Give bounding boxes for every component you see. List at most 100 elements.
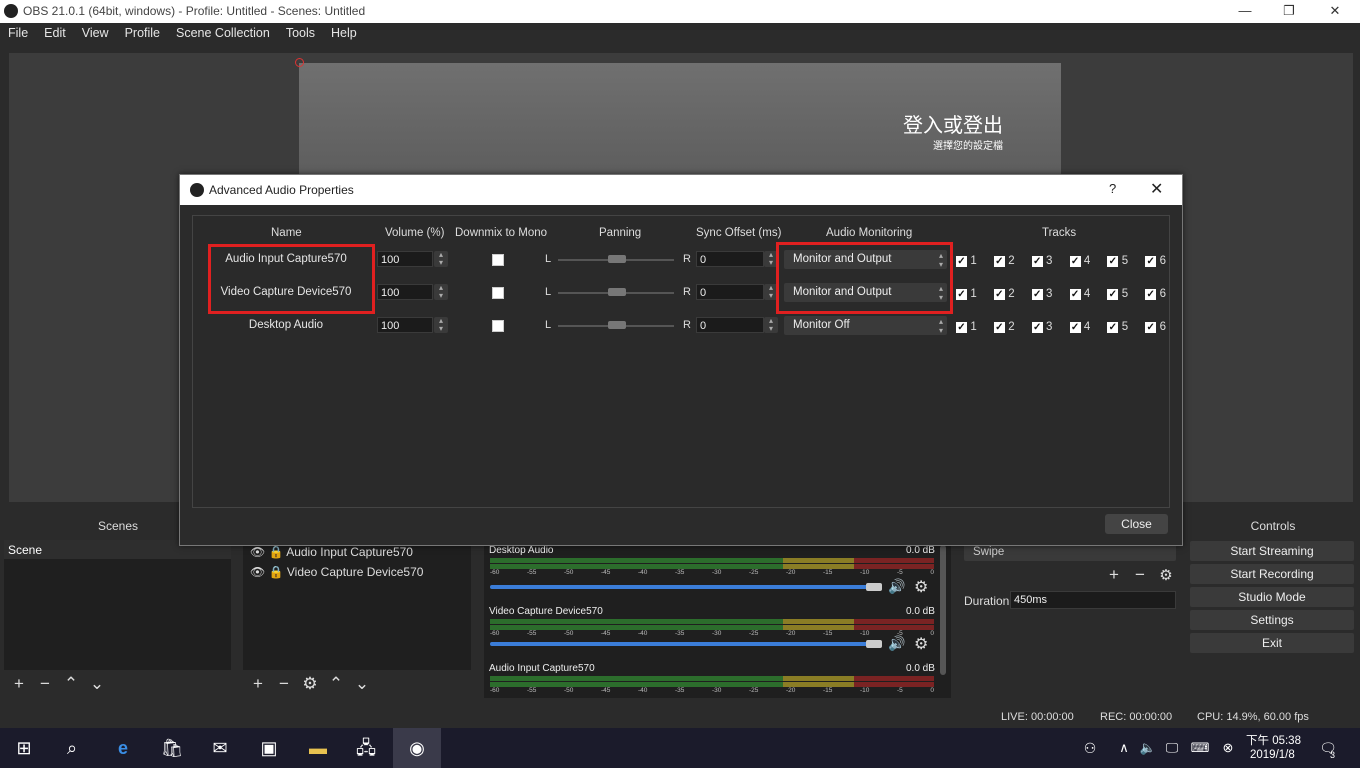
remove-source-icon[interactable]: − — [271, 674, 297, 694]
add-transition-icon[interactable]: + — [1101, 565, 1127, 585]
track-checkbox[interactable]: ✓ 5 — [1107, 319, 1128, 333]
volume-spinner-icon[interactable]: ▴ ▾ — [434, 251, 448, 267]
volume-input[interactable]: 100 — [377, 284, 433, 300]
track-checkbox[interactable]: ✓ 6 — [1145, 286, 1166, 300]
sync-spinner-icon[interactable]: ▴ ▾ — [764, 317, 778, 333]
move-up-icon[interactable]: ⌃ — [323, 674, 349, 694]
close-button[interactable]: Close — [1105, 514, 1168, 534]
panning-slider-handle[interactable] — [608, 255, 626, 263]
ime-icon[interactable]: ⊗ — [1216, 736, 1240, 760]
add-source-icon[interactable]: + — [245, 674, 271, 694]
sync-offset-input[interactable]: 0 — [696, 317, 764, 333]
control-panel-icon[interactable]: ▣ — [257, 736, 281, 760]
mixer-scrollbar[interactable] — [940, 545, 946, 675]
source-item[interactable]: 👁 🔒 Video Capture Device570 — [250, 565, 423, 579]
search-icon[interactable]: ⌕ — [60, 736, 84, 760]
notifications-icon[interactable]: 🗨 — [1316, 736, 1340, 760]
edge-browser-icon[interactable]: e — [111, 736, 135, 760]
track-checkbox[interactable]: ✓ 6 — [1145, 253, 1166, 267]
volume-slider[interactable] — [490, 642, 870, 646]
network-app-icon[interactable]: 🖧 — [354, 736, 378, 760]
panning-slider-handle[interactable] — [608, 288, 626, 296]
gear-icon[interactable]: ⚙ — [297, 674, 323, 694]
obs-icon[interactable]: ◉ — [405, 736, 429, 760]
track-checkbox[interactable]: ✓ 3 — [1031, 286, 1052, 300]
windows-start-icon[interactable]: ⊞ — [12, 736, 36, 760]
track-checkbox[interactable]: ✓ 1 — [956, 253, 977, 267]
track-checkbox[interactable]: ✓ 2 — [993, 253, 1015, 267]
scenes-list[interactable]: Scene — [4, 540, 231, 670]
tray-expand-icon[interactable]: ∧ — [1112, 736, 1136, 760]
volume-slider[interactable] — [490, 585, 870, 589]
dialog-close-icon[interactable]: ✕ — [1150, 179, 1163, 199]
track-checkbox[interactable]: ✓ 6 — [1145, 319, 1166, 333]
people-icon[interactable]: ⚇ — [1078, 736, 1102, 760]
move-down-icon[interactable]: ⌄ — [84, 674, 110, 694]
clock-date[interactable]: 2019/1/8 — [1250, 749, 1295, 761]
volume-slider-handle[interactable] — [866, 640, 882, 648]
gear-icon[interactable]: ⚙ — [914, 634, 928, 654]
source-anchor-handle[interactable] — [295, 58, 304, 67]
track-checkbox[interactable]: ✓ 5 — [1107, 286, 1128, 300]
eye-icon[interactable]: 👁 — [250, 565, 265, 579]
track-checkbox[interactable]: ✓ 4 — [1069, 286, 1090, 300]
menu-tools[interactable]: Tools — [278, 23, 323, 40]
volume-spinner-icon[interactable]: ▴ ▾ — [434, 284, 448, 300]
downmix-checkbox[interactable] — [492, 254, 504, 266]
track-checkbox[interactable]: ✓ 1 — [956, 319, 977, 333]
track-checkbox[interactable]: ✓ 4 — [1069, 319, 1090, 333]
remove-transition-icon[interactable]: − — [1127, 565, 1153, 585]
scene-item[interactable]: Scene — [8, 543, 42, 557]
volume-input[interactable]: 100 — [377, 317, 433, 333]
move-up-icon[interactable]: ⌃ — [58, 674, 84, 694]
volume-icon[interactable]: 🔈 — [1136, 736, 1160, 760]
duration-input[interactable]: 450ms — [1010, 591, 1176, 609]
track-checkbox[interactable]: ✓ 1 — [956, 286, 977, 300]
panning-slider-handle[interactable] — [608, 321, 626, 329]
exit-button[interactable]: Exit — [1190, 633, 1354, 653]
lock-icon[interactable]: 🔒 — [269, 565, 284, 579]
volume-input[interactable]: 100 — [377, 251, 433, 267]
gear-icon[interactable]: ⚙ — [914, 577, 928, 597]
track-checkbox[interactable]: ✓ 2 — [993, 286, 1015, 300]
keyboard-icon[interactable]: ⌨ — [1188, 736, 1212, 760]
start-streaming-button[interactable]: Start Streaming — [1190, 541, 1354, 561]
track-checkbox[interactable]: ✓ 5 — [1107, 253, 1128, 267]
mail-icon[interactable]: ✉ — [208, 736, 232, 760]
add-scene-icon[interactable]: + — [6, 674, 32, 694]
source-item[interactable]: 👁 🔒 Audio Input Capture570 — [250, 545, 413, 559]
remove-scene-icon[interactable]: − — [32, 674, 58, 694]
menu-edit[interactable]: Edit — [36, 23, 74, 40]
file-explorer-icon[interactable]: ▬ — [306, 736, 330, 760]
speaker-icon[interactable]: 🔊 — [888, 578, 905, 595]
menu-view[interactable]: View — [74, 23, 117, 40]
speaker-icon[interactable]: 🔊 — [888, 635, 905, 652]
lock-icon[interactable]: 🔒 — [269, 545, 284, 559]
menu-help[interactable]: Help — [323, 23, 365, 40]
clock-time[interactable]: 下午 05:38 — [1246, 732, 1301, 748]
volume-spinner-icon[interactable]: ▴ ▾ — [434, 317, 448, 333]
store-icon[interactable]: 🛍 — [160, 736, 184, 760]
menu-file[interactable]: File — [0, 23, 36, 40]
sources-list[interactable]: 👁 🔒 Audio Input Capture570 👁 🔒 Video Cap… — [243, 540, 471, 670]
studio-mode-button[interactable]: Studio Mode — [1190, 587, 1354, 607]
track-checkbox[interactable]: ✓ 2 — [993, 319, 1015, 333]
move-down-icon[interactable]: ⌄ — [349, 674, 375, 694]
downmix-checkbox[interactable] — [492, 287, 504, 299]
start-recording-button[interactable]: Start Recording — [1190, 564, 1354, 584]
menu-scene-collection[interactable]: Scene Collection — [168, 23, 278, 40]
sync-offset-input[interactable]: 0 — [696, 284, 764, 300]
track-checkbox[interactable]: ✓ 3 — [1031, 319, 1052, 333]
network-icon[interactable]: 🖵 — [1160, 736, 1184, 760]
maximize-button[interactable]: ❐ — [1266, 0, 1312, 23]
settings-button[interactable]: Settings — [1190, 610, 1354, 630]
help-button[interactable]: ? — [1109, 181, 1116, 196]
downmix-checkbox[interactable] — [492, 320, 504, 332]
track-checkbox[interactable]: ✓ 3 — [1031, 253, 1052, 267]
track-checkbox[interactable]: ✓ 4 — [1069, 253, 1090, 267]
menu-profile[interactable]: Profile — [117, 23, 168, 40]
minimize-button[interactable]: — — [1222, 0, 1268, 23]
monitoring-select[interactable]: Monitor Off ▴ ▾ — [784, 316, 947, 335]
close-window-button[interactable]: ✕ — [1312, 0, 1358, 23]
volume-slider-handle[interactable] — [866, 583, 882, 591]
